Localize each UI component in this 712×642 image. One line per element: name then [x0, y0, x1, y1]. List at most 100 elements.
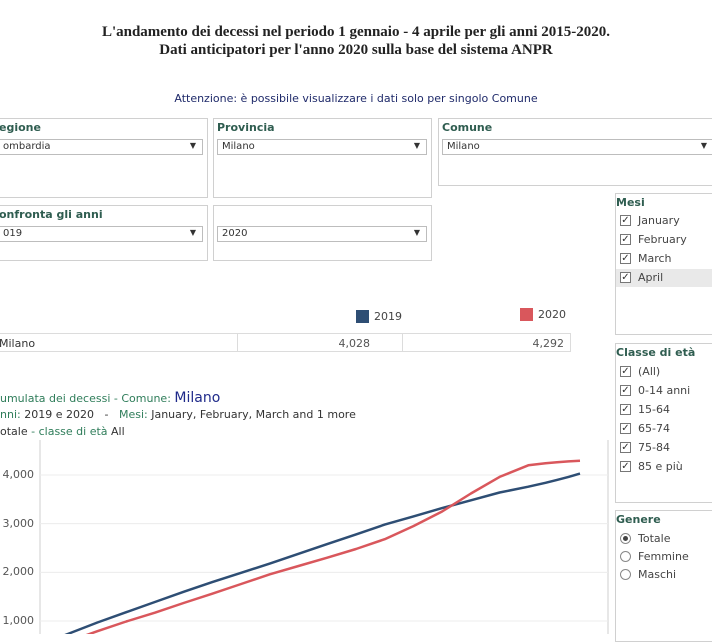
genere-title: Genere — [616, 513, 661, 526]
totals-divider — [237, 334, 238, 351]
totals-row-name: Milano — [0, 337, 36, 350]
chart-header-anni-value: 2019 e 2020 — [24, 408, 94, 421]
classe-item-label: 75-84 — [638, 441, 670, 454]
chart-header-totale: otale — [0, 425, 28, 438]
line-chart — [39, 440, 609, 634]
classe-item[interactable]: ✓ 0-14 anni — [616, 382, 712, 400]
mesi-item[interactable]: ✓ February — [616, 231, 712, 249]
classe-item[interactable]: ✓ 75-84 — [616, 439, 712, 457]
comune-filter: Comune Milano ▼ — [438, 118, 712, 186]
totals-value-2020: 4,292 — [532, 337, 565, 350]
provincia-filter: Provincia Milano ▼ — [213, 118, 432, 198]
radio-selected-icon — [620, 533, 631, 544]
legend-swatch-2019 — [356, 310, 369, 323]
classe-item-label: 65-74 — [638, 422, 670, 435]
chart-header-classe-label: classe di età — [38, 425, 108, 438]
chart-area: 1,000 2,000 3,000 4,000 — [0, 440, 610, 634]
chevron-down-icon: ▼ — [413, 141, 420, 150]
classe-item-label: 85 e più — [638, 460, 683, 473]
genere-item-label: Femmine — [638, 550, 689, 563]
confronta-filter-a: onfronta gli anni 019 ▼ — [0, 205, 208, 261]
chart-header-line1: umulata dei decessi - Comune: Milano — [0, 390, 220, 406]
legend-swatch-2020 — [520, 308, 533, 321]
chart-header-dash: - — [31, 425, 36, 438]
checkbox-icon: ✓ — [620, 442, 631, 453]
series-line-2019[interactable] — [40, 472, 581, 634]
page-subtitle: Dati anticipatori per l'anno 2020 sulla … — [159, 42, 553, 58]
checkbox-icon: ✓ — [620, 461, 631, 472]
mesi-item-label: April — [638, 271, 664, 284]
year-b-value: 2020 — [222, 228, 248, 239]
totals-value-2019: 4,028 — [338, 337, 371, 350]
classe-item[interactable]: ✓ 65-74 — [616, 420, 712, 438]
confronta-label: onfronta gli anni — [0, 208, 103, 221]
series-line-2020[interactable] — [40, 459, 581, 634]
checkbox-icon: ✓ — [620, 234, 631, 245]
chart-header-line2: nni: 2019 e 2020 - Mesi: January, Februa… — [0, 408, 356, 421]
chevron-down-icon: ▼ — [413, 228, 420, 237]
legend-label-2019: 2019 — [374, 310, 402, 323]
totals-table-row: Milano 4,028 4,292 — [0, 333, 571, 352]
year-a-select[interactable]: 019 ▼ — [0, 226, 203, 242]
radio-icon — [620, 551, 631, 562]
mesi-item-label: February — [638, 233, 687, 246]
chart-header-comune-label: Comune: — [121, 392, 171, 405]
radio-icon — [620, 569, 631, 580]
comune-select[interactable]: Milano ▼ — [442, 139, 712, 155]
provincia-label: Provincia — [217, 121, 275, 134]
genere-item[interactable]: Femmine — [616, 548, 712, 566]
regione-value: ombardia — [3, 141, 51, 152]
mesi-item[interactable]: ✓ April — [616, 269, 712, 287]
chart-header-classe-value: All — [111, 425, 125, 438]
checkbox-icon: ✓ — [620, 366, 631, 377]
chart-header-comune-value: Milano — [174, 390, 221, 406]
genere-item-label: Maschi — [638, 568, 677, 581]
genere-item-label: Totale — [638, 532, 671, 545]
genere-item[interactable]: Maschi — [616, 566, 712, 584]
confronta-filter-b: 2020 ▼ — [213, 205, 432, 261]
checkbox-icon: ✓ — [620, 215, 631, 226]
mesi-item[interactable]: ✓ March — [616, 250, 712, 268]
checkbox-icon: ✓ — [620, 272, 631, 283]
notice-text: Attenzione: è possibile visualizzare i d… — [174, 92, 538, 105]
classe-panel: Classe di età ✓ (All) ✓ 0-14 anni ✓ 15-6… — [615, 343, 712, 503]
chevron-down-icon: ▼ — [189, 228, 196, 237]
year-b-select[interactable]: 2020 ▼ — [217, 226, 427, 242]
chart-header-mesi-label: Mesi: — [118, 408, 148, 421]
chart-header-mesi-value: January, February, March and 1 more — [151, 408, 356, 421]
genere-item[interactable]: Totale — [616, 530, 712, 548]
provincia-select[interactable]: Milano ▼ — [217, 139, 427, 155]
totals-divider — [402, 334, 403, 351]
regione-label: egione — [0, 121, 41, 134]
mesi-item-label: March — [638, 252, 672, 265]
classe-item[interactable]: ✓ (All) — [616, 363, 712, 381]
classe-item-label: 15-64 — [638, 403, 670, 416]
checkbox-icon: ✓ — [620, 253, 631, 264]
year-a-value: 019 — [3, 228, 23, 239]
legend-label-2020: 2020 — [538, 308, 566, 321]
classe-item-label: 0-14 anni — [638, 384, 691, 397]
comune-value: Milano — [447, 141, 480, 152]
comune-label: Comune — [442, 121, 493, 134]
checkbox-icon: ✓ — [620, 404, 631, 415]
regione-filter: egione ombardia ▼ — [0, 118, 208, 198]
regione-select[interactable]: ombardia ▼ — [0, 139, 203, 155]
classe-item[interactable]: ✓ 85 e più — [616, 458, 712, 476]
page-title: L'andamento dei decessi nel periodo 1 ge… — [101, 24, 611, 40]
checkbox-icon: ✓ — [620, 423, 631, 434]
chevron-down-icon: ▼ — [189, 141, 196, 150]
chevron-down-icon: ▼ — [700, 141, 707, 150]
chart-header-label: umulata dei decessi - — [0, 392, 118, 405]
mesi-panel: Mesi ✓ January ✓ February ✓ March ✓ Apri… — [615, 193, 712, 335]
genere-panel: Genere Totale Femmine Maschi — [615, 510, 712, 642]
mesi-item-label: January — [638, 214, 680, 227]
classe-item[interactable]: ✓ 15-64 — [616, 401, 712, 419]
chart-header-line3: otale - classe di età All — [0, 425, 125, 438]
classe-item-label: (All) — [638, 365, 661, 378]
checkbox-icon: ✓ — [620, 385, 631, 396]
chart-header-dash: - — [104, 408, 109, 421]
mesi-item[interactable]: ✓ January — [616, 212, 712, 230]
provincia-value: Milano — [222, 141, 255, 152]
chart-header-anni-label: nni: — [0, 408, 21, 421]
classe-title: Classe di età — [616, 346, 696, 359]
